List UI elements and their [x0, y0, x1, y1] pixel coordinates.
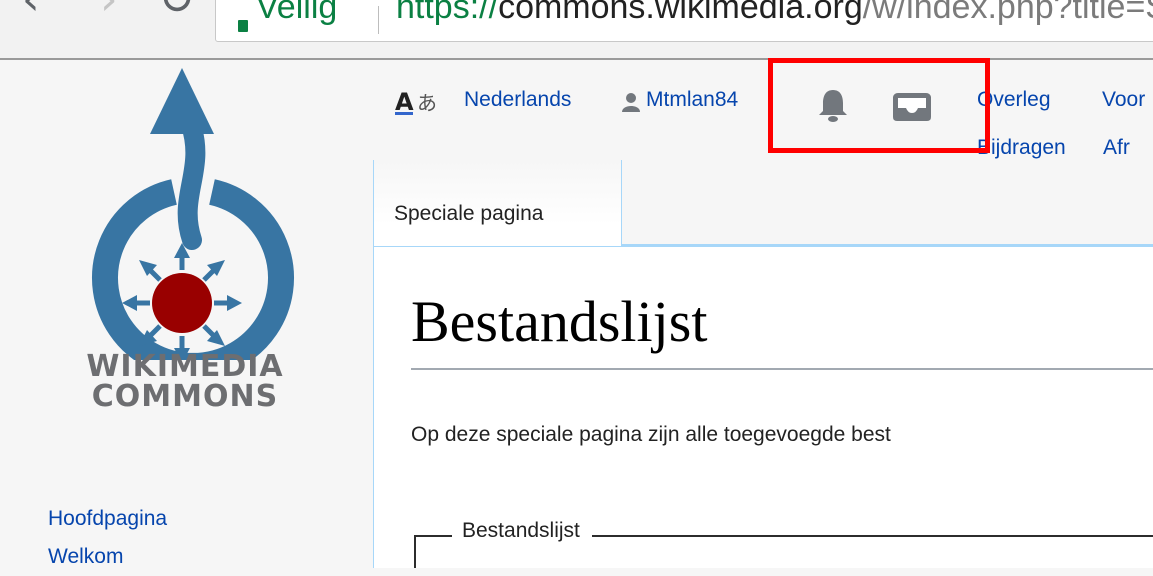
url-host: commons.wikimedia.org: [498, 0, 863, 26]
address-divider: [378, 6, 379, 34]
lock-icon: [238, 20, 248, 32]
svg-text:A: A: [395, 88, 414, 116]
page-title: Bestandslijst: [411, 289, 708, 354]
logo-wordmark: WIKIMEDIA COMMONS: [40, 352, 330, 412]
logout-link[interactable]: Afr: [1103, 136, 1130, 160]
sidebar-navigation: Hoofdpagina Welkom: [48, 500, 167, 576]
main-content: Bestandslijst Op deze speciale pagina zi…: [373, 246, 1153, 568]
username-link[interactable]: Mtmlan84: [646, 88, 738, 112]
browser-toolbar: ‹ › ↻ Veilig https://commons.wikimedia.o…: [0, 0, 1153, 60]
fieldset-legend: Bestandslijst: [452, 519, 592, 543]
translate-icon[interactable]: A あ: [395, 86, 457, 122]
svg-text:あ: あ: [417, 91, 437, 115]
tab-special-page[interactable]: Speciale pagina: [373, 160, 622, 246]
url-scheme: https://: [396, 0, 499, 26]
url-path: /w/index.php?title=S: [862, 0, 1153, 26]
secure-label: Veilig: [256, 0, 338, 26]
wikimedia-commons-logo-icon: [92, 68, 294, 379]
title-divider: [411, 368, 1153, 370]
forward-arrow-icon[interactable]: ›: [100, 0, 118, 22]
highlight-annotation-box: [768, 58, 990, 153]
language-link[interactable]: Nederlands: [464, 88, 571, 112]
sidebar-item-welcome[interactable]: Welkom: [48, 538, 167, 576]
contributions-link[interactable]: Bijdragen: [977, 136, 1066, 160]
logo-line-1: WIKIMEDIA: [86, 349, 284, 384]
back-arrow-icon[interactable]: ‹: [22, 0, 40, 22]
logo-line-2: COMMONS: [91, 379, 279, 414]
tab-label: Speciale pagina: [394, 202, 544, 225]
reload-icon[interactable]: ↻: [158, 0, 195, 22]
user-icon: [621, 92, 641, 118]
intro-paragraph: Op deze speciale pagina zijn alle toegev…: [411, 423, 891, 446]
sidebar-item-main-page[interactable]: Hoofdpagina: [48, 500, 167, 538]
preferences-link[interactable]: Voor: [1102, 88, 1145, 112]
address-url[interactable]: https://commons.wikimedia.org/w/index.ph…: [396, 0, 1153, 27]
